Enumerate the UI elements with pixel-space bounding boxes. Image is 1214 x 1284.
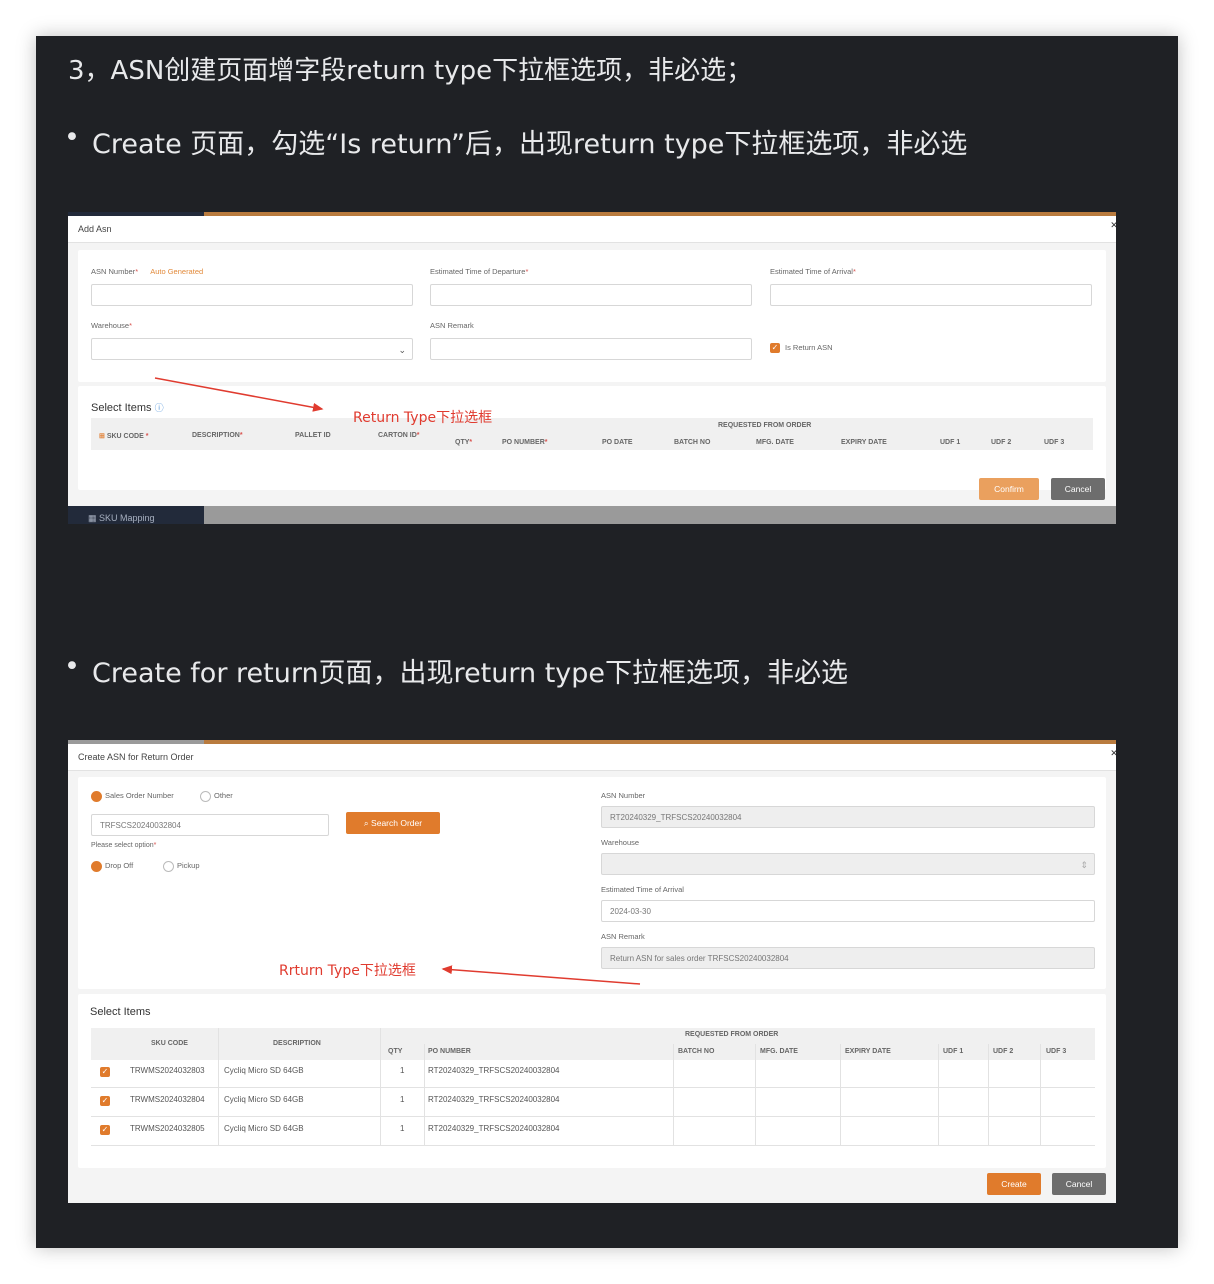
annotation-arrow-2 <box>441 965 641 985</box>
rrturn-type-annotation: Rrturn Type下拉选框 <box>279 963 416 979</box>
screenshot-add-asn: ▦ SKU Mapping Add Asn ✕ ASN Number* Auto… <box>68 212 1116 524</box>
document-panel: 3，ASN创建页面增字段return type下拉框选项，非必选； Create… <box>36 36 1178 1248</box>
screenshot-create-asn-return: Create ASN for Return Order ✕ Sales Orde… <box>68 740 1116 1203</box>
bullet-create-page: Create 页面，勾选“Is return”后，出现return type下拉… <box>64 122 967 161</box>
section-heading: 3，ASN创建页面增字段return type下拉框选项，非必选； <box>68 56 753 86</box>
return-type-annotation: Return Type下拉选框 <box>353 410 493 426</box>
bullet-create-for-return: Create for return页面，出现return type下拉框选项，非… <box>64 651 848 690</box>
annotation-arrow-1 <box>154 377 324 412</box>
